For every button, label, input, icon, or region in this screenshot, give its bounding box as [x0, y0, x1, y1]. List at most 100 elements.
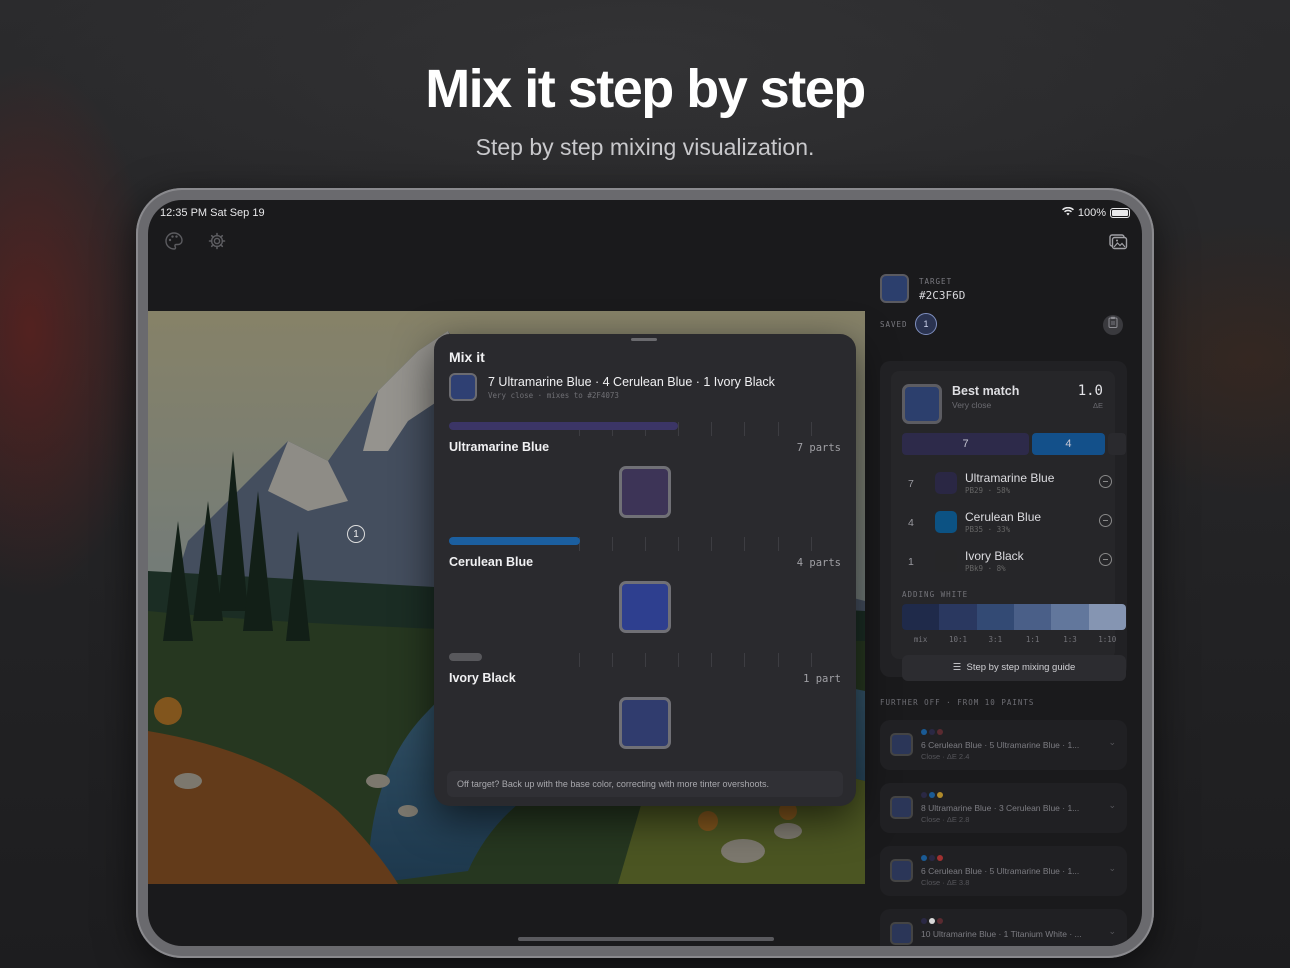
track-tick [778, 653, 779, 667]
ingredient-name: Ivory Black [965, 549, 1024, 563]
ipad-screen: 12:35 PM Sat Sep 19 100% 1 Mix it 7 Ultr… [148, 200, 1142, 946]
further-off-label: FURTHER OFF · FROM 10 PAINTS [880, 698, 1035, 707]
marketing-headline: Mix it step by step [425, 59, 866, 119]
step-parts: 7 parts [796, 442, 841, 454]
step-progress-track [449, 653, 841, 667]
track-tick [645, 537, 646, 551]
best-match-card: Best match Very close 1.0 ΔE 74 7 Ultram… [880, 361, 1127, 681]
paint-dot [921, 855, 927, 861]
step-result-swatch [619, 466, 671, 518]
recipe-text: 7 Ultramarine Blue · 4 Cerulean Blue · 1… [488, 375, 775, 389]
gear-icon[interactable] [207, 231, 227, 251]
ingredient-count: 1 [908, 556, 914, 568]
white-step-swatch[interactable] [1013, 604, 1052, 630]
paint-dot [937, 792, 943, 798]
alternative-detail: Close · ΔE 3.8 [921, 878, 970, 887]
ingredient-swatch [935, 550, 957, 572]
step-result-swatch [619, 581, 671, 633]
remove-ingredient-icon[interactable] [1099, 553, 1112, 566]
adding-white-ticks: mix 10:1 3:1 1:1 1:3 1:10 [902, 635, 1126, 644]
step-progress-track [449, 537, 841, 551]
track-tick [744, 537, 745, 551]
step-progress-track [449, 422, 841, 436]
alternative-detail: Close · ΔE 2.4 [921, 752, 970, 761]
alternative-paint-dots [921, 918, 943, 924]
step-paint-name: Ivory Black [449, 671, 516, 685]
recipe-subtitle: Very close · mixes to #2F4073 [488, 391, 619, 400]
white-ratio-tick: 1:1 [1025, 635, 1040, 644]
paint-dot [937, 729, 943, 735]
step-result-swatch [619, 697, 671, 749]
white-step-swatch[interactable] [902, 604, 940, 630]
chevron-down-icon[interactable]: ⌄ [1108, 800, 1116, 811]
alternative-paint-dots [921, 792, 943, 798]
track-tick [811, 422, 812, 436]
track-tick [678, 422, 679, 436]
ingredient-count: 4 [908, 517, 914, 529]
remove-ingredient-icon[interactable] [1099, 475, 1112, 488]
alternative-recipe: 6 Cerulean Blue · 5 Ultramarine Blue · 1… [921, 866, 1080, 876]
track-tick [778, 422, 779, 436]
alternative-mix-row[interactable]: 6 Cerulean Blue · 5 Ultramarine Blue · 1… [880, 846, 1127, 896]
white-step-swatch[interactable] [976, 604, 1014, 630]
alternative-recipe: 6 Cerulean Blue · 5 Ultramarine Blue · 1… [921, 740, 1080, 750]
alternative-paint-dots [921, 729, 943, 735]
ratio-segment: 4 [1032, 433, 1105, 455]
white-step-swatch[interactable] [939, 604, 977, 630]
palette-icon[interactable] [164, 231, 184, 251]
track-tick [678, 537, 679, 551]
track-tick [645, 653, 646, 667]
ingredient-swatch [935, 472, 957, 494]
sheet-title: Mix it [449, 349, 485, 365]
saved-count-badge[interactable]: 1 [915, 313, 937, 335]
chevron-down-icon[interactable]: ⌄ [1108, 737, 1116, 748]
adding-white-label: ADDING WHITE [902, 590, 969, 599]
track-tick [778, 537, 779, 551]
white-ratio-tick: 3:1 [988, 635, 1003, 644]
paint-dot [937, 855, 943, 861]
target-swatch[interactable] [880, 274, 909, 303]
track-tick [579, 653, 580, 667]
step-progress-bar [449, 537, 580, 545]
delta-label: ΔE [1092, 401, 1103, 410]
paint-dot [929, 855, 935, 861]
track-tick [711, 653, 712, 667]
chevron-down-icon[interactable]: ⌄ [1108, 863, 1116, 874]
white-ratio-tick: 1:3 [1063, 635, 1077, 644]
chevron-down-icon[interactable]: ⌄ [1108, 926, 1116, 937]
white-ratio-tick: mix [913, 635, 928, 644]
home-indicator[interactable] [518, 937, 774, 941]
paint-dot [929, 792, 935, 798]
sheet-grabber[interactable] [631, 338, 657, 341]
track-tick [711, 537, 712, 551]
best-match-inner: Best match Very close 1.0 ΔE 74 7 Ultram… [891, 371, 1126, 681]
alternative-recipe: 8 Ultramarine Blue · 3 Cerulean Blue · 1… [921, 803, 1080, 813]
ingredient-detail: PB35 · 33% [965, 525, 1011, 534]
alternative-mix-row[interactable]: 10 Ultramarine Blue · 1 Titanium White ·… [880, 909, 1127, 946]
ratio-segment [1107, 433, 1126, 455]
mixing-guide-button[interactable]: ☰ Step by step mixing guide [902, 655, 1126, 681]
clipboard-icon[interactable] [1103, 315, 1123, 335]
ratio-segment: 7 [902, 433, 1030, 455]
alternative-mix-row[interactable]: 6 Cerulean Blue · 5 Ultramarine Blue · 1… [880, 720, 1127, 770]
best-match-title: Best match [952, 384, 1020, 398]
ingredient-row: 1 Ivory Black PBk9 · 8% [902, 546, 1114, 580]
track-tick [744, 653, 745, 667]
alternative-detail: Close · ΔE 2.8 [921, 815, 970, 824]
ratio-bar: 74 [902, 433, 1126, 455]
ingredient-name: Ultramarine Blue [965, 471, 1055, 485]
best-match-subtitle: Very close [952, 400, 992, 410]
mix-it-sheet: Mix it 7 Ultramarine Blue · 4 Cerulean B… [434, 334, 856, 806]
white-step-swatch[interactable] [1088, 604, 1126, 630]
saved-color-pin[interactable]: 1 [347, 525, 365, 543]
white-ratio-tick: 10:1 [948, 635, 968, 644]
alternative-mix-row[interactable]: 8 Ultramarine Blue · 3 Cerulean Blue · 1… [880, 783, 1127, 833]
track-tick [612, 653, 613, 667]
ingredient-swatch [935, 511, 957, 533]
remove-ingredient-icon[interactable] [1099, 514, 1112, 527]
step-paint-name: Cerulean Blue [449, 555, 534, 569]
track-tick [811, 653, 812, 667]
white-step-swatch[interactable] [1051, 604, 1089, 630]
track-tick [678, 653, 679, 667]
paint-dot [921, 792, 927, 798]
